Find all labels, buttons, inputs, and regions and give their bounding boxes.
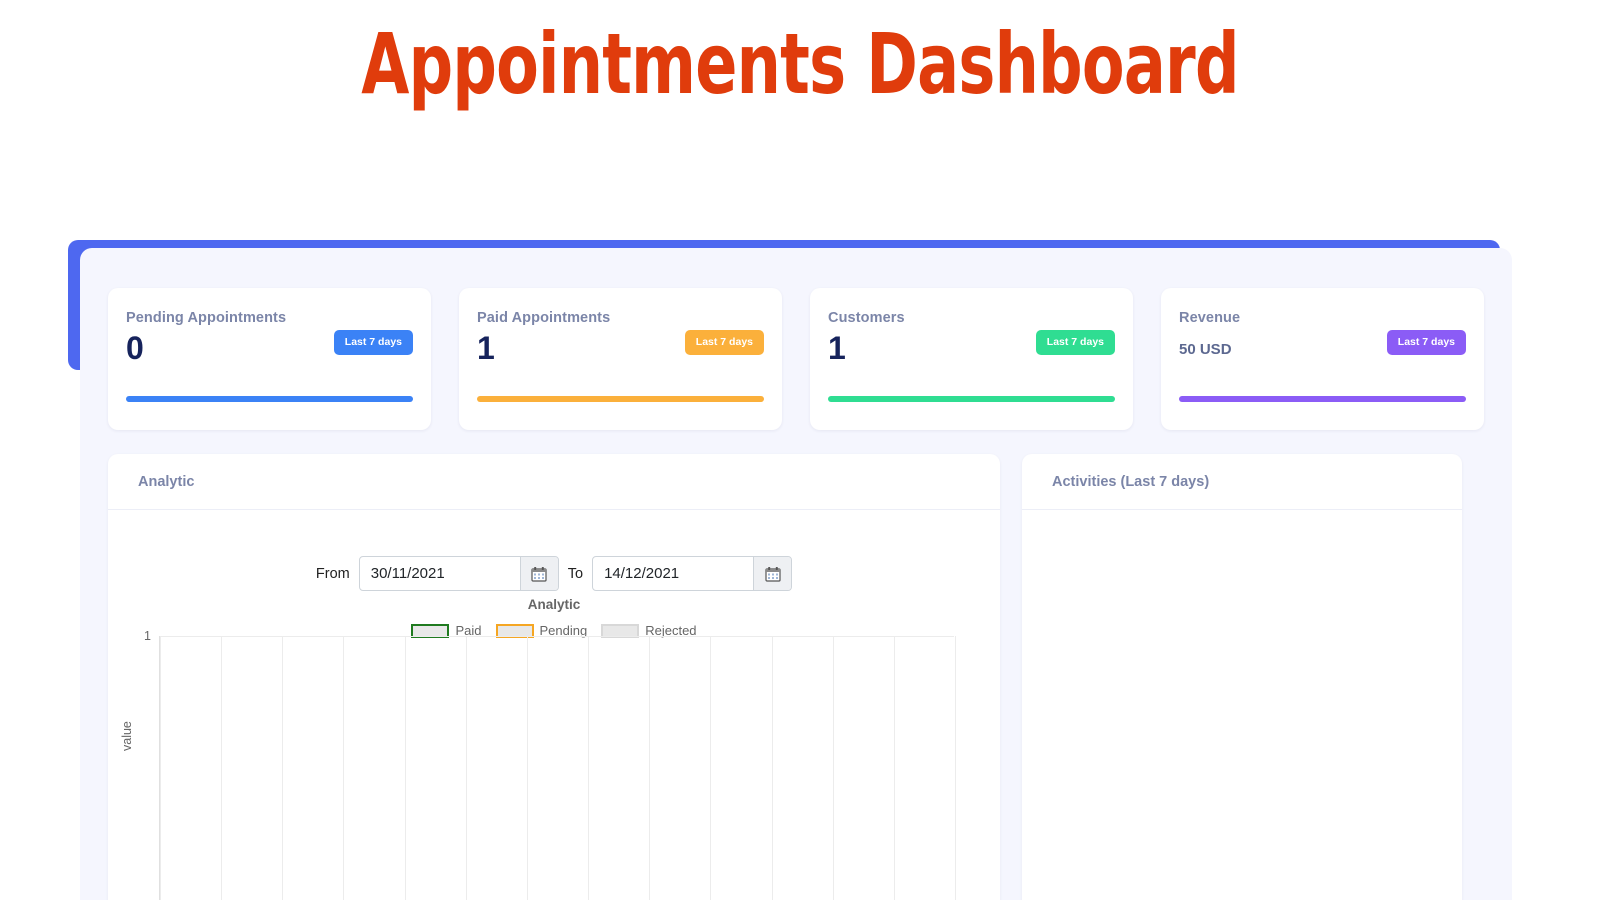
stat-progress-bar [126, 396, 413, 402]
activities-panel-title: Activities (Last 7 days) [1052, 473, 1210, 490]
activities-panel-header: Activities (Last 7 days) [1022, 454, 1462, 510]
gridline-vertical [282, 636, 284, 900]
from-label: From [315, 565, 350, 582]
calendar-icon [764, 566, 781, 582]
stat-card-customers[interactable]: Customers 1 Last 7 days [810, 288, 1133, 430]
gridline-vertical [404, 636, 406, 900]
to-calendar-button[interactable] [753, 557, 792, 590]
from-date-input[interactable] [359, 557, 520, 590]
gridline-vertical [710, 636, 712, 900]
chart-title: Analytic [527, 597, 581, 612]
analytic-chart: Analytic PaidPendingRejected 01Nov 30, 2… [108, 591, 1000, 900]
date-range-controls: From 30/11/2021 To 14/12/2021 [108, 556, 1000, 591]
stat-card-row: Pending Appointments 0 Last 7 days Paid … [108, 288, 1484, 430]
to-date-input[interactable] [593, 557, 754, 590]
stat-card-revenue[interactable]: Revenue 50 USD Last 7 days [1161, 288, 1484, 430]
y-axis-tick: 1 [144, 629, 151, 643]
stat-progress-bar [1179, 396, 1466, 402]
status-badge[interactable]: Last 7 days [684, 330, 764, 355]
stat-progress-bar [477, 396, 764, 402]
gridline-vertical [771, 636, 773, 900]
gridline-horizontal [160, 636, 954, 637]
to-date-field[interactable] [592, 556, 793, 591]
y-axis-title: value [120, 721, 134, 751]
status-badge[interactable]: Last 7 days [1035, 330, 1115, 355]
gridline-vertical [832, 636, 834, 900]
stat-card-pending-appointments[interactable]: Pending Appointments 0 Last 7 days [108, 288, 431, 430]
gridline-vertical [343, 636, 345, 900]
stat-card-paid-appointments[interactable]: Paid Appointments 1 Last 7 days [459, 288, 782, 430]
calendar-icon [531, 566, 547, 582]
activities-panel: Activities (Last 7 days) [1022, 454, 1462, 900]
gridline-vertical [588, 636, 590, 900]
stat-progress-bar [828, 396, 1115, 402]
panel-row: Analytic From 30/11/2021 To 14/12/2021 A… [108, 454, 1484, 900]
analytic-panel-title: Analytic [138, 473, 195, 490]
status-badge[interactable]: Last 7 days [333, 330, 413, 355]
gridline-vertical [955, 636, 956, 900]
stat-card-title: Customers [828, 310, 905, 326]
analytic-panel: Analytic From 30/11/2021 To 14/12/2021 A… [108, 454, 1000, 900]
gridline-vertical [893, 636, 895, 900]
to-label: To [567, 565, 584, 582]
from-calendar-button[interactable] [519, 557, 558, 590]
gridline-vertical [221, 636, 223, 900]
page-title: Appointments Dashboard [361, 15, 1239, 113]
analytic-panel-header: Analytic [108, 454, 1000, 510]
stat-card-title: Revenue [1179, 310, 1241, 326]
from-date-field[interactable] [358, 556, 559, 591]
status-badge[interactable]: Last 7 days [1386, 330, 1466, 355]
chart-plot-area: 01Nov 30, 2021Dec 1, 2021Dec 2, 2021Dec … [144, 629, 956, 900]
gridline-vertical [649, 636, 651, 900]
stat-card-title: Paid Appointments [477, 310, 611, 326]
content-shell: Pending Appointments 0 Last 7 days Paid … [80, 248, 1512, 900]
gridline-vertical [526, 636, 528, 900]
gridline-vertical [465, 636, 467, 900]
gridline-vertical [160, 636, 161, 900]
stat-card-title: Pending Appointments [126, 310, 287, 326]
dashboard-shell: Pending Appointments 0 Last 7 days Paid … [0, 106, 1600, 900]
